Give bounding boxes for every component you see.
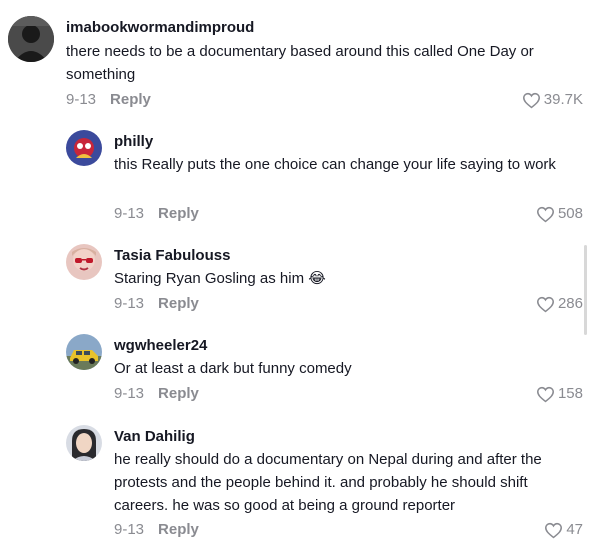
heart-outline-icon bbox=[536, 386, 554, 402]
comment-username[interactable]: Tasia Fabulouss bbox=[114, 246, 230, 266]
yellow-car-avatar-icon bbox=[66, 334, 102, 370]
heart-outline-icon bbox=[545, 522, 563, 538]
comment-text: Or at least a dark but funny comedy bbox=[114, 360, 352, 377]
avatar[interactable] bbox=[66, 334, 102, 370]
comment-meta: 9-13 Reply bbox=[114, 204, 199, 224]
comment-date: 9-13 bbox=[66, 91, 97, 108]
comment-text: he really should do a documentary on Nep… bbox=[114, 451, 542, 514]
like-button[interactable]: 158 bbox=[536, 384, 583, 404]
avatar[interactable] bbox=[66, 425, 102, 461]
heart-outline-icon bbox=[536, 296, 554, 312]
comment-meta: 9-13 Reply bbox=[114, 520, 199, 540]
like-count: 158 bbox=[557, 385, 583, 402]
comment-text: this Really puts the one choice can chan… bbox=[114, 156, 556, 173]
colorful-character-avatar-icon bbox=[66, 130, 102, 166]
avatar[interactable] bbox=[66, 244, 102, 280]
like-button[interactable]: 47 bbox=[544, 520, 583, 540]
woman-red-sunglasses-avatar-icon bbox=[66, 244, 102, 280]
comment-meta: 9-13 Reply bbox=[114, 294, 199, 314]
reply-button[interactable]: Reply bbox=[158, 521, 199, 538]
comment-date: 9-13 bbox=[114, 521, 145, 538]
dark-silhouette-avatar-icon bbox=[8, 16, 54, 62]
comment-text: there needs to be a documentary based ar… bbox=[66, 43, 534, 83]
woman-portrait-avatar-icon bbox=[66, 425, 102, 461]
reply-button[interactable]: Reply bbox=[158, 295, 199, 312]
heart-outline-icon bbox=[522, 92, 540, 108]
like-button[interactable]: 39.7K bbox=[522, 90, 583, 110]
reply-button[interactable]: Reply bbox=[110, 91, 151, 108]
scrollbar[interactable] bbox=[584, 245, 587, 335]
comment-username[interactable]: philly bbox=[114, 132, 153, 152]
like-count: 286 bbox=[557, 295, 583, 312]
comment-username[interactable]: imabookwormandimproud bbox=[66, 18, 254, 38]
reply-button[interactable]: Reply bbox=[158, 205, 199, 222]
like-button[interactable]: 508 bbox=[536, 204, 583, 224]
comment-username[interactable]: wgwheeler24 bbox=[114, 336, 207, 356]
like-count: 47 bbox=[566, 521, 583, 538]
comment-meta: 9-13 Reply bbox=[66, 90, 151, 110]
avatar[interactable] bbox=[8, 16, 54, 62]
like-count: 508 bbox=[557, 205, 583, 222]
comment-date: 9-13 bbox=[114, 385, 145, 402]
like-button[interactable]: 286 bbox=[536, 294, 583, 314]
comment-username[interactable]: Van Dahilig bbox=[114, 427, 195, 447]
comment-date: 9-13 bbox=[114, 295, 145, 312]
comment-text: Staring Ryan Gosling as him 😂 bbox=[114, 270, 326, 287]
heart-outline-icon bbox=[536, 206, 554, 222]
avatar[interactable] bbox=[66, 130, 102, 166]
like-count: 39.7K bbox=[543, 91, 583, 108]
comment-meta: 9-13 Reply bbox=[114, 384, 199, 404]
reply-button[interactable]: Reply bbox=[158, 385, 199, 402]
comment-date: 9-13 bbox=[114, 205, 145, 222]
